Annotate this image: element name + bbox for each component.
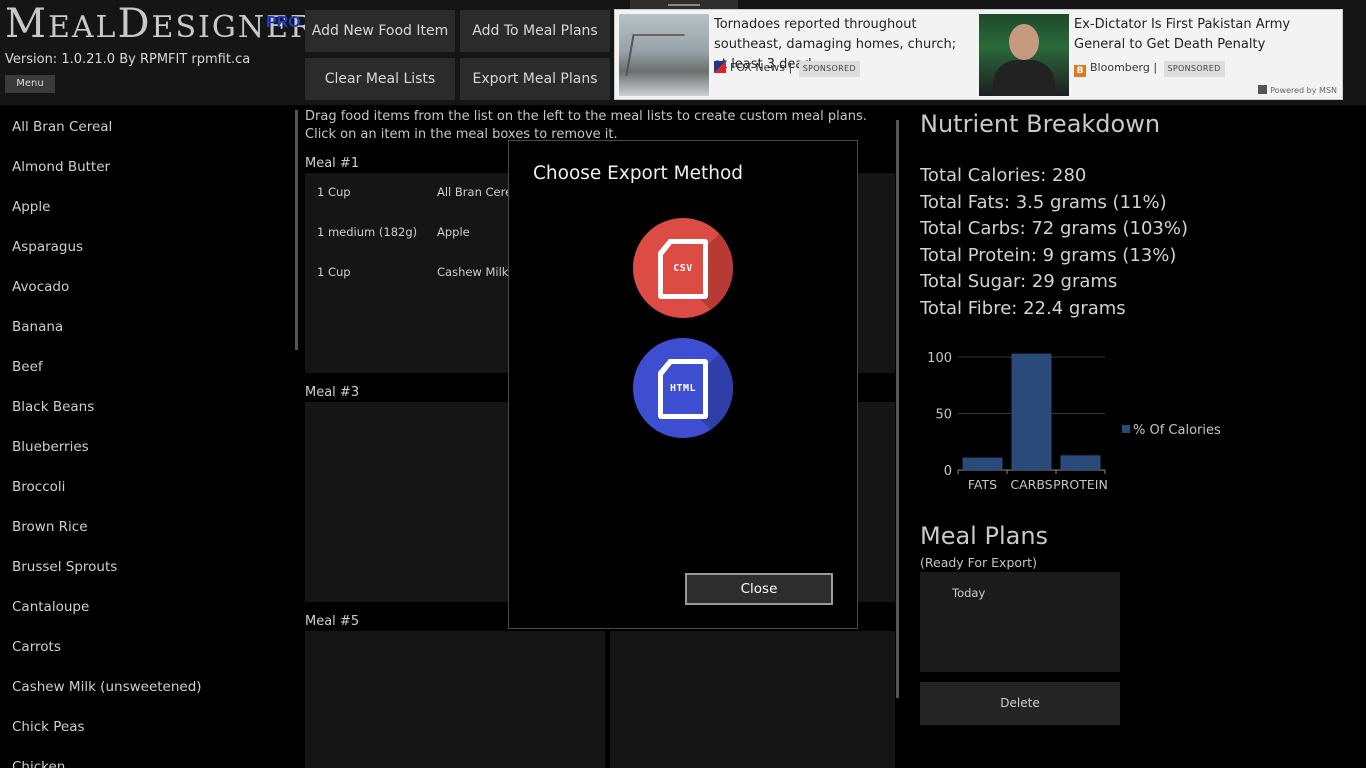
powered-by: Powered by MSN [1258,85,1337,95]
food-item[interactable]: Black Beans [0,387,290,427]
logo-eal: EAL [47,10,118,45]
delete-button[interactable]: Delete [920,682,1120,725]
food-item[interactable]: Chicken [0,747,290,768]
meal-plan-item[interactable]: Today [952,586,985,600]
ad-title-2[interactable]: Ex-Dictator Is First Pakistan Army Gener… [1074,15,1334,55]
food-list[interactable]: All Bran Cereal Almond Butter Apple Asparag… [0,107,290,768]
meal-item-qty: 1 Cup [317,265,351,279]
csv-label: CSV [663,244,703,294]
food-item[interactable]: Asparagus [0,227,290,267]
chart-ytick-label: 0 [944,464,952,479]
food-item[interactable]: Banana [0,307,290,347]
dialog-title: Choose Export Method [533,163,744,184]
ad-banner[interactable]: Tornadoes reported throughout southeast,… [614,9,1343,100]
csv-file-icon: CSV [658,239,708,299]
export-csv-button[interactable]: CSV [633,218,733,318]
food-item[interactable]: Chick Peas [0,707,290,747]
logo-d: D [117,1,152,47]
logo-pro: PRO [266,14,301,31]
export-dialog: Choose Export Method CSV HTML Close [508,140,858,629]
meal-plans-list[interactable]: Today [920,572,1120,672]
food-item[interactable]: Beef [0,347,290,387]
meal-item-name: Apple [437,225,470,239]
powered-by-text: Powered by MSN [1270,86,1337,95]
food-item[interactable]: All Bran Cereal [0,107,290,147]
meal-plans-subtitle: (Ready For Export) [920,555,1037,570]
ad-source-name-1: FOX News [730,61,786,74]
header: MEALDESIGNER PRO Version: 1.0.21.0 By RP… [0,0,1366,105]
food-list-scrollbar[interactable] [295,110,298,350]
ad-source-name-2: Bloomberg [1090,61,1150,74]
add-new-food-button[interactable]: Add New Food Item [305,10,455,52]
total-sugar: Total Sugar: 29 grams [920,271,1118,293]
food-item[interactable]: Avocado [0,267,290,307]
meal-plans-title: Meal Plans [920,522,1049,550]
chart-xtick-label: FATS [968,477,997,492]
ad-image-general[interactable] [979,14,1069,96]
export-html-button[interactable]: HTML [633,338,733,438]
calories-chart: 0 50 100 FATS CARBS PROTEIN % Of Calories [927,351,1221,492]
chart-bar [1011,353,1052,470]
food-item[interactable]: Almond Butter [0,147,290,187]
chart-xtick-label: PROTEIN [1053,477,1108,492]
food-item[interactable]: Brown Rice [0,507,290,547]
meal-1-label: Meal #1 [305,156,360,171]
food-item[interactable]: Apple [0,187,290,227]
chart-ytick-label: 50 [935,407,952,422]
meal-5-box[interactable] [305,631,605,768]
meal-item[interactable]: 1 Cup Cashew Milk ( [317,265,517,279]
total-fats: Total Fats: 3.5 grams (11%) [920,191,1167,213]
food-item[interactable]: Carrots [0,627,290,667]
export-meal-plans-button[interactable]: Export Meal Plans [460,58,610,100]
food-item[interactable]: Blueberries [0,427,290,467]
ad-source-2: B Bloomberg | SPONSORED [1074,61,1225,77]
chart-legend-label: % Of Calories [1133,423,1221,438]
instructions-text: Drag food items from the list on the lef… [305,109,867,142]
meal-3-label: Meal #3 [305,385,360,400]
sponsored-badge: SPONSORED [798,61,860,77]
clear-meal-lists-button[interactable]: Clear Meal Lists [305,58,455,100]
msn-icon [1258,85,1268,94]
total-calories: Total Calories: 280 [920,165,1087,186]
logo-m: M [5,1,48,47]
ad-image-tornado[interactable] [619,14,709,96]
chart-ytick-label: 100 [927,351,952,366]
total-protein: Total Protein: 9 grams (13%) [920,244,1177,266]
html-label: HTML [663,364,703,414]
meal-item[interactable]: 1 medium (182g) Apple [317,225,470,239]
version-text: Version: 1.0.21.0 By RPMFIT rpmfit.ca [5,52,251,67]
meals-scrollbar[interactable] [896,120,899,698]
food-item[interactable]: Broccoli [0,467,290,507]
meal-5-label: Meal #5 [305,614,360,629]
total-fibre: Total Fibre: 22.4 grams [920,297,1126,319]
menu-button[interactable]: Menu [5,75,55,93]
bloomberg-icon: B [1074,65,1086,77]
food-item[interactable]: Brussel Sprouts [0,547,290,587]
sponsored-badge: SPONSORED [1163,61,1225,77]
close-button[interactable]: Close [685,573,833,605]
chart-bar [962,457,1003,470]
food-item[interactable]: Cantaloupe [0,587,290,627]
meal-item-qty: 1 Cup [317,185,351,199]
meal-6-box[interactable] [610,631,895,768]
meal-item[interactable]: 1 Cup All Bran Cereal [317,185,522,199]
meal-item-name: Cashew Milk ( [437,265,517,279]
add-to-meal-plans-button[interactable]: Add To Meal Plans [460,10,610,52]
nutrient-stats: Total Calories: 280 Total Fats: 3.5 gram… [920,163,1188,323]
total-carbs: Total Carbs: 72 grams (103%) [920,218,1188,240]
chart-bar [1060,455,1101,470]
chart-legend-swatch [1122,425,1130,433]
chart-xtick-label: CARBS [1010,477,1052,492]
food-item[interactable]: Cashew Milk (unsweetened) [0,667,290,707]
meal-item-qty: 1 medium (182g) [317,225,418,239]
html-file-icon: HTML [658,359,708,419]
nutrient-breakdown-title: Nutrient Breakdown [920,110,1161,138]
fox-news-icon [714,61,726,73]
ad-source-1: FOX News | SPONSORED [714,61,860,77]
